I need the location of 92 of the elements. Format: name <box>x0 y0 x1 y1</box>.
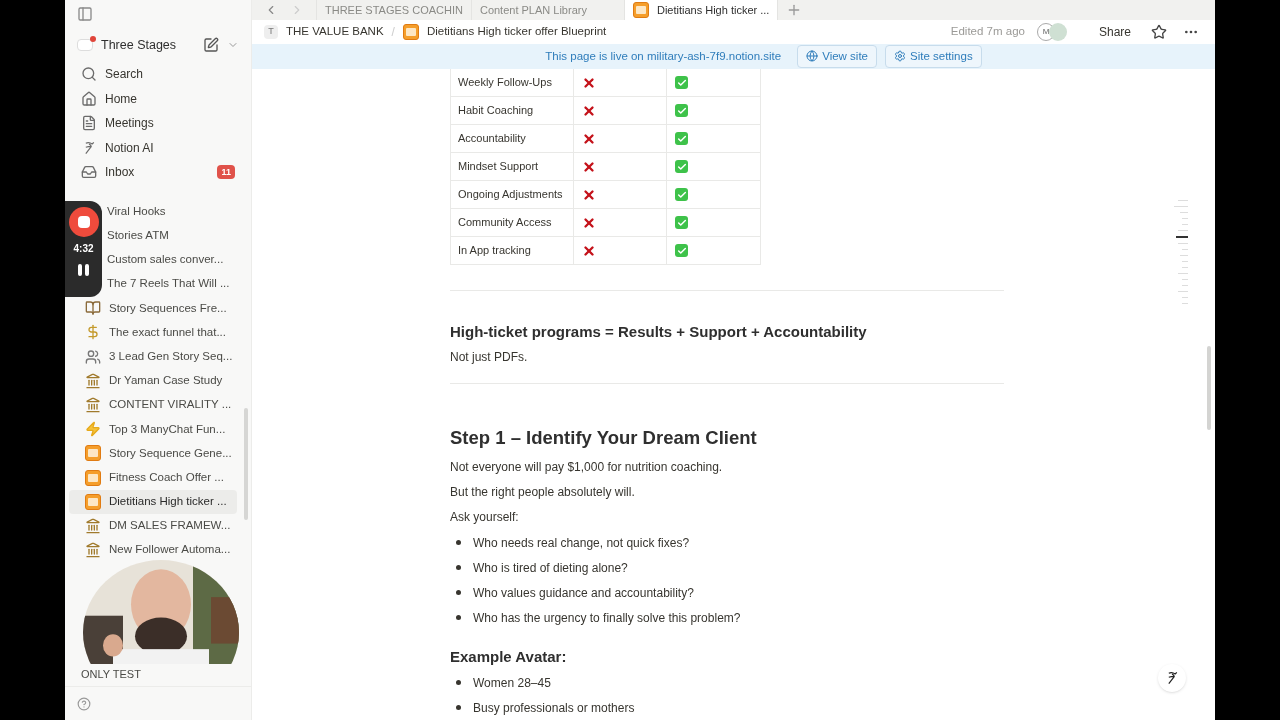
banner-text: This page is live on military-ash-7f9.notion.site <box>545 48 782 64</box>
books-icon <box>85 300 101 317</box>
sidebar-page-item[interactable]: Story Sequence Gene... <box>69 441 240 466</box>
offer-icon <box>632 1 649 18</box>
sidebar-nav-item[interactable]: Notion AI <box>69 135 247 160</box>
search-icon <box>81 66 97 83</box>
bank-icon <box>85 542 101 559</box>
sidebar-page-item[interactable]: Custom sales conver... <box>107 247 237 272</box>
globe-icon <box>806 50 819 63</box>
scrollbar[interactable] <box>1207 346 1211 430</box>
page-letter-icon: T <box>264 24 278 39</box>
recording-time: 4:32 <box>73 242 94 256</box>
sidebar-nav-item[interactable]: Meetings <box>69 110 247 136</box>
offer-icon <box>85 493 101 510</box>
bullet-icon <box>456 590 461 595</box>
new-page-icon[interactable] <box>203 36 219 53</box>
bullet-icon <box>456 705 461 710</box>
sidebar-toggle-icon[interactable] <box>77 6 93 22</box>
user-avatar <box>1048 22 1067 41</box>
banner-button[interactable]: Site settings <box>885 44 982 68</box>
list-item: Who is tired of dieting alone? <box>473 559 628 577</box>
list-item: Who values guidance and accountability? <box>473 584 694 602</box>
offer-icon <box>85 469 101 486</box>
settings-icon <box>894 50 906 63</box>
heading: High-ticket programs = Results + Support + Accountability <box>450 322 868 342</box>
outline-mark[interactable] <box>1176 236 1188 238</box>
document-icon <box>81 115 97 132</box>
sidebar-page-item[interactable]: Top 3 ManyChat Fun... <box>69 417 237 442</box>
bolt-icon <box>85 421 101 438</box>
list-item: Women 28–45 <box>473 674 551 692</box>
share-button[interactable]: Share <box>1090 22 1139 41</box>
offer-icon <box>85 445 101 462</box>
paragraph: But the right people absolutely will. <box>450 484 636 501</box>
sidebar-page-item[interactable]: The 7 Reels That Will ... <box>107 271 238 297</box>
paragraph: Not just PDFs. <box>450 349 529 366</box>
inbox-icon <box>81 164 97 181</box>
breadcrumb-link[interactable]: THE VALUE BANK <box>286 23 384 41</box>
sidebar-page-item[interactable]: Fitness Coach Offer ... <box>69 465 237 490</box>
outline-mark[interactable] <box>1178 200 1188 201</box>
page-item[interactable]: ONLY TEST <box>81 666 141 683</box>
table-cell: Mindset Support <box>451 153 574 180</box>
sidebar-page-item[interactable]: Stories ATM <box>107 223 237 248</box>
table-cell: Ongoing Adjustments <box>451 181 574 208</box>
sidebar-page-item[interactable]: DM SALES FRAMEW... <box>69 513 239 538</box>
sidebar-page-item[interactable]: Story Sequences Fre... <box>69 296 237 321</box>
sidebar-nav-item[interactable]: Inbox 11 <box>69 159 247 185</box>
sidebar-page-item[interactable]: Dr Yaman Case Study <box>69 368 237 393</box>
ai-assistant-button[interactable] <box>1158 664 1186 692</box>
list-item: Who has the urgency to finally solve this problem? <box>473 609 741 627</box>
workspace-icon <box>77 38 93 51</box>
outline-mark[interactable] <box>1174 206 1188 207</box>
stop-recording-button[interactable] <box>68 207 99 237</box>
sidebar-page-item[interactable]: New Follower Automa... <box>69 537 239 563</box>
paragraph: Ask yourself: <box>450 509 520 526</box>
list-item: Busy professionals or mothers <box>473 699 635 717</box>
bullet-icon <box>456 540 461 545</box>
home-icon <box>81 90 97 107</box>
pause-icon[interactable] <box>78 264 89 276</box>
bank-icon <box>85 372 101 389</box>
breadcrumb-separator: / <box>391 23 395 41</box>
sidebar-page-item[interactable]: Dietitians High ticker ... <box>69 489 237 514</box>
table-cell: Accountability <box>451 125 574 152</box>
help-icon[interactable] <box>77 696 91 711</box>
favorite-icon[interactable] <box>1151 23 1167 40</box>
browser-tab[interactable]: Dietitians High ticker ... <box>623 0 778 20</box>
table-cell: Habit Coaching <box>451 97 574 124</box>
sidebar-nav-item[interactable]: Search <box>69 61 247 87</box>
paragraph: Not everyone will pay $1,000 for nutrition coaching. <box>450 459 724 476</box>
unread-badge: 11 <box>217 165 235 180</box>
banner-button[interactable]: View site <box>797 44 877 68</box>
sidebar-page-item[interactable]: Viral Hooks <box>107 199 237 224</box>
table-cell: In App tracking <box>451 237 574 264</box>
heading: Step 1 – Identify Your Dream Client <box>450 426 758 450</box>
scrollbar[interactable] <box>244 408 248 520</box>
sidebar-page-item[interactable]: 3 Lead Gen Story Seq... <box>69 344 241 369</box>
bank-icon <box>85 517 101 534</box>
bullet-icon <box>456 680 461 685</box>
sidebar-page-item[interactable]: The exact funnel that... <box>69 320 237 345</box>
sidebar-page-item[interactable]: CONTENT VIRALITY ... <box>69 392 240 418</box>
edited-time: Edited 7m ago <box>950 24 1025 40</box>
bullet-icon <box>456 615 461 620</box>
bullet-icon <box>456 565 461 570</box>
heading: Example Avatar: <box>450 647 568 667</box>
offer-icon <box>402 23 419 40</box>
people-icon <box>85 348 101 365</box>
table-cell: Community Access <box>451 209 574 236</box>
sidebar-nav-item[interactable]: Home <box>69 86 247 111</box>
bank-icon <box>85 396 101 413</box>
table-cell: Weekly Follow-Ups <box>451 69 574 96</box>
list-item: Who needs real change, not quick fixes? <box>473 534 690 552</box>
breadcrumb-link[interactable]: Dietitians High ticker offer Blueprint <box>426 23 607 41</box>
workspace-name[interactable]: Three Stages <box>101 35 177 55</box>
